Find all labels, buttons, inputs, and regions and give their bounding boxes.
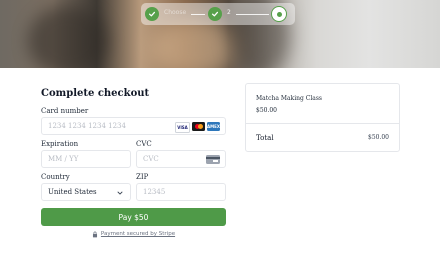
step-connector — [236, 13, 269, 15]
step-connector — [191, 13, 205, 15]
expiration-field[interactable]: MM / YY — [41, 150, 131, 168]
card-brands: VISA AMEX — [175, 122, 220, 133]
summary-item-price: $50.00 — [256, 107, 277, 114]
summary-divider — [246, 123, 399, 124]
pay-button[interactable]: Pay $50 — [41, 208, 226, 226]
cvc-placeholder: CVC — [143, 155, 159, 163]
stripe-link[interactable]: Payment secured by Stripe — [101, 231, 175, 237]
step-label: 2 — [227, 9, 231, 16]
step-current-icon — [271, 6, 287, 22]
chevron-down-icon — [117, 191, 123, 195]
zip-field[interactable]: 12345 — [136, 183, 226, 201]
order-summary: Matcha Making Class $50.00 Total $50.00 — [245, 83, 400, 152]
summary-total-label: Total — [256, 134, 274, 142]
zip-placeholder: 12345 — [143, 188, 166, 196]
expiration-label: Expiration — [41, 140, 79, 148]
cvc-label: CVC — [136, 140, 152, 148]
secured-notice: Payment secured by Stripe — [41, 229, 226, 239]
hero-banner: Choose 2 — [0, 0, 440, 68]
lock-icon — [92, 231, 97, 237]
step-complete-icon — [145, 7, 159, 21]
hero-shape — [150, 18, 240, 68]
country-label: Country — [41, 173, 70, 181]
mastercard-icon — [192, 122, 205, 131]
summary-item-name: Matcha Making Class — [256, 95, 322, 102]
progress-stepper: Choose 2 — [141, 3, 295, 25]
cvc-field[interactable]: CVC — [136, 150, 226, 168]
expiration-placeholder: MM / YY — [48, 155, 79, 163]
amex-icon: AMEX — [207, 122, 220, 131]
summary-total-value: $50.00 — [368, 134, 389, 141]
card-number-label: Card number — [41, 107, 89, 115]
hero-shape — [28, 6, 108, 68]
step-label: Choose — [164, 9, 187, 16]
card-number-field[interactable]: 1234 1234 1234 1234 VISA AMEX — [41, 117, 226, 135]
page-title: Complete checkout — [41, 88, 150, 99]
country-select[interactable]: United States — [41, 183, 131, 201]
country-value: United States — [48, 188, 97, 196]
visa-icon: VISA — [175, 122, 190, 133]
zip-label: ZIP — [136, 173, 149, 181]
card-number-placeholder: 1234 1234 1234 1234 — [48, 122, 126, 130]
step-complete-icon — [208, 7, 222, 21]
cvc-card-icon — [206, 155, 220, 164]
